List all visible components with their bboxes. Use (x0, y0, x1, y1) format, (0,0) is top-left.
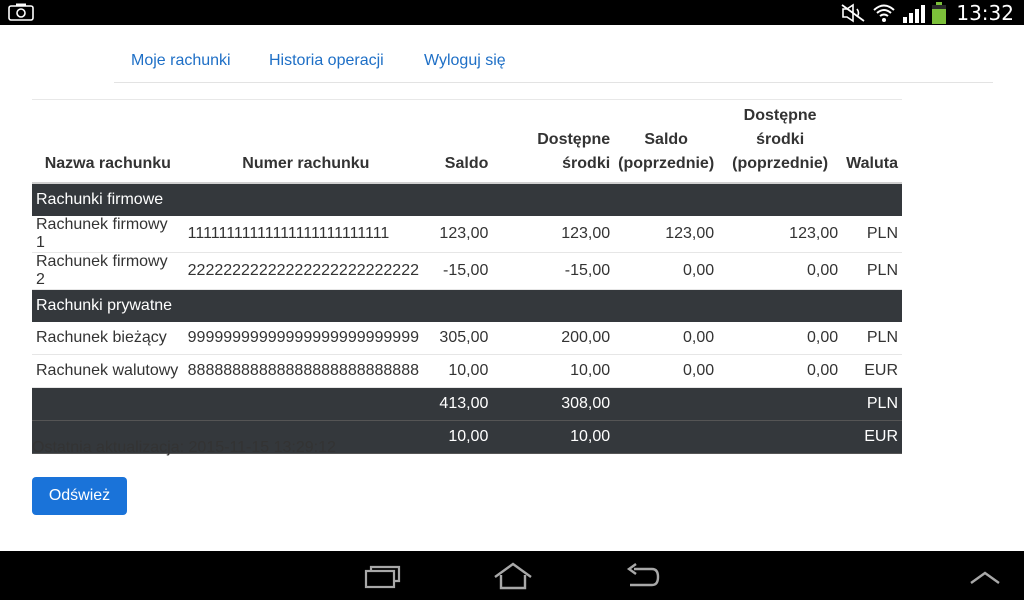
header-balance-previous: Saldo (poprzednie) (614, 99, 719, 184)
account-name: Rachunek firmowy 2 (32, 252, 184, 290)
account-available-previous: 0,00 (718, 354, 843, 388)
total-available: 308,00 (492, 387, 615, 421)
table-row[interactable]: Rachunek firmowy 2 222222222222222222222… (32, 252, 902, 290)
table-header-row: Nazwa rachunku Numer rachunku Saldo Dost… (32, 99, 902, 184)
account-number: 11111111111111111111111111 (183, 216, 429, 253)
account-available: 10,00 (492, 354, 615, 388)
mute-icon (841, 3, 865, 22)
account-available: 123,00 (492, 216, 615, 253)
back-icon[interactable] (624, 561, 662, 591)
top-navigation: Moje rachunki Historia operacji Wyloguj … (114, 50, 993, 83)
account-balance-previous: 123,00 (614, 216, 719, 253)
header-currency: Waluta (842, 99, 902, 184)
header-available-funds: Dostępne środki (492, 99, 615, 184)
account-balance-previous: 0,00 (614, 354, 719, 388)
account-currency: PLN (842, 322, 902, 355)
total-empty-cell (183, 387, 429, 421)
account-balance: 10,00 (428, 354, 493, 388)
system-navigation-bar (0, 551, 1024, 600)
battery-icon (932, 1, 947, 24)
account-currency: EUR (842, 354, 902, 388)
total-empty-cell (614, 387, 719, 421)
accounts-table: Nazwa rachunku Numer rachunku Saldo Dost… (32, 99, 902, 454)
account-balance: 123,00 (428, 216, 493, 253)
total-empty-cell (32, 387, 184, 421)
header-available-previous-line2: (poprzednie) (732, 155, 829, 172)
screenshot-icon (8, 3, 34, 21)
total-currency: PLN (842, 387, 902, 421)
account-available: 200,00 (492, 322, 615, 355)
group-label: Rachunki prywatne (32, 289, 902, 322)
table-row[interactable]: Rachunek walutowy 8888888888888888888888… (32, 354, 902, 388)
header-account-number: Numer rachunku (183, 99, 429, 184)
signal-icon (903, 4, 926, 23)
account-name: Rachunek firmowy 1 (32, 216, 184, 253)
total-available: 10,00 (492, 420, 615, 454)
wifi-icon (873, 4, 896, 22)
header-available-previous-line1: Dostępne środki (743, 107, 817, 148)
home-icon[interactable] (492, 561, 534, 591)
nav-link-operation-history[interactable]: Historia operacji (269, 52, 384, 70)
account-currency: PLN (842, 216, 902, 253)
total-empty-cell (718, 420, 843, 454)
account-balance: -15,00 (428, 252, 493, 290)
clock-time: 13:32 (956, 0, 1014, 25)
chevron-up-icon[interactable] (968, 561, 1002, 591)
total-row-pln: 413,00 308,00 PLN (32, 387, 902, 421)
account-available: -15,00 (492, 252, 615, 290)
total-balance: 10,00 (428, 420, 493, 454)
account-balance-previous: 0,00 (614, 252, 719, 290)
nav-link-my-accounts[interactable]: Moje rachunki (131, 52, 231, 70)
group-row-private: Rachunki prywatne (32, 289, 902, 322)
total-currency: EUR (842, 420, 902, 454)
status-bar: 13:32 (0, 0, 1024, 25)
account-currency: PLN (842, 252, 902, 290)
total-empty-cell (614, 420, 719, 454)
account-balance-previous: 0,00 (614, 322, 719, 355)
table-row[interactable]: Rachunek bieżący 99999999999999999999999… (32, 322, 902, 355)
account-available-previous: 123,00 (718, 216, 843, 253)
account-name: Rachunek walutowy (32, 354, 184, 388)
last-update-text: Ostatnia aktualizacja: 2015-11-15 13:29:… (32, 439, 336, 456)
header-balance: Saldo (428, 99, 493, 184)
account-number: 22222222222222222222222222 (183, 252, 429, 290)
recent-apps-icon[interactable] (364, 561, 402, 591)
account-number: 99999999999999999999999999 (183, 322, 429, 355)
total-empty-cell (718, 387, 843, 421)
account-name: Rachunek bieżący (32, 322, 184, 355)
group-row-business: Rachunki firmowe (32, 183, 902, 216)
account-available-previous: 0,00 (718, 252, 843, 290)
table-row[interactable]: Rachunek firmowy 1 111111111111111111111… (32, 216, 902, 253)
header-balance-previous-line2: (poprzednie) (618, 155, 715, 172)
group-label: Rachunki firmowe (32, 183, 902, 216)
refresh-button[interactable]: Odśwież (32, 477, 127, 515)
account-available-previous: 0,00 (718, 322, 843, 355)
header-account-name: Nazwa rachunku (32, 99, 184, 184)
header-balance-previous-line1: Saldo (644, 131, 688, 148)
header-available-previous: Dostępne środki (poprzednie) (718, 99, 843, 184)
account-number: 88888888888888888888888888 (183, 354, 429, 388)
total-balance: 413,00 (428, 387, 493, 421)
nav-link-logout[interactable]: Wyloguj się (424, 52, 506, 70)
account-balance: 305,00 (428, 322, 493, 355)
